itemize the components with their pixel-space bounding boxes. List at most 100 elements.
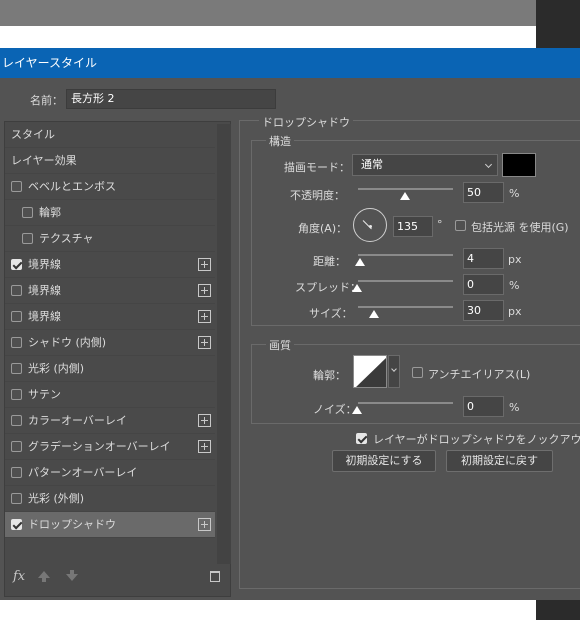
style-item[interactable]: 境界線 bbox=[5, 252, 215, 278]
style-checkbox[interactable] bbox=[11, 519, 22, 530]
style-item-label: グラデーションオーバーレイ bbox=[28, 440, 171, 453]
style-item[interactable]: スタイル bbox=[5, 122, 215, 148]
style-checkbox[interactable] bbox=[11, 441, 22, 452]
opacity-slider-thumb[interactable] bbox=[400, 192, 410, 200]
style-item[interactable]: 境界線 bbox=[5, 304, 215, 330]
style-item-label: 境界線 bbox=[28, 310, 61, 323]
size-slider-thumb[interactable] bbox=[369, 310, 379, 318]
style-item[interactable]: パターンオーバーレイ bbox=[5, 460, 215, 486]
style-item-label: カラーオーバーレイ bbox=[28, 414, 127, 427]
style-checkbox[interactable] bbox=[11, 311, 22, 322]
style-item-label: レイヤー効果 bbox=[11, 154, 77, 167]
contour-preview[interactable] bbox=[353, 355, 387, 388]
move-down-icon[interactable] bbox=[66, 570, 78, 581]
style-checkbox[interactable] bbox=[11, 181, 22, 192]
knockout-checkbox[interactable] bbox=[356, 433, 367, 444]
style-item[interactable]: レイヤー効果 bbox=[5, 148, 215, 174]
add-effect-plus-icon[interactable] bbox=[198, 336, 211, 349]
distance-label: 距離： bbox=[313, 255, 346, 268]
distance-slider-thumb[interactable] bbox=[355, 258, 365, 266]
style-item[interactable]: サテン bbox=[5, 382, 215, 408]
style-item-label: テクスチャ bbox=[39, 232, 94, 245]
knockout-label: レイヤーがドロップシャドウをノックアウト(U) bbox=[373, 433, 580, 446]
opacity-unit: % bbox=[509, 187, 520, 200]
antialias-label: アンチエイリアス(L) bbox=[428, 368, 531, 381]
noise-slider[interactable] bbox=[358, 402, 453, 404]
styles-list: スタイル レイヤー効果 ベベルとエンボス 輪郭 テクスチャ 境界線 境界線 境界線 シャドウ (… bbox=[4, 121, 231, 597]
distance-slider[interactable] bbox=[358, 254, 453, 256]
opacity-label: 不透明度： bbox=[290, 189, 345, 202]
angle-dial-center bbox=[369, 225, 372, 228]
style-checkbox[interactable] bbox=[11, 415, 22, 426]
opacity-input[interactable]: 50 bbox=[463, 182, 504, 203]
background-top bbox=[0, 0, 536, 26]
style-item[interactable]: 光彩 (外側) bbox=[5, 486, 215, 512]
style-item[interactable]: ベベルとエンボス bbox=[5, 174, 215, 200]
blend-mode-select[interactable]: 通常 bbox=[352, 154, 498, 176]
style-item[interactable]: テクスチャ bbox=[5, 226, 215, 252]
noise-label: ノイズ： bbox=[313, 403, 357, 416]
opacity-slider[interactable] bbox=[358, 188, 453, 190]
dialog-title: レイヤースタイル bbox=[0, 48, 580, 78]
style-item[interactable]: カラーオーバーレイ bbox=[5, 408, 215, 434]
noise-slider-thumb[interactable] bbox=[352, 406, 362, 414]
spread-input[interactable]: 0 bbox=[463, 274, 504, 295]
style-item-label: 光彩 (内側) bbox=[28, 362, 85, 375]
style-checkbox[interactable] bbox=[11, 363, 22, 374]
angle-label: 角度(A)： bbox=[298, 222, 348, 235]
contour-dropdown[interactable] bbox=[388, 355, 400, 388]
style-item[interactable]: ドロップシャドウ bbox=[5, 512, 215, 538]
style-checkbox[interactable] bbox=[11, 259, 22, 270]
style-checkbox[interactable] bbox=[11, 337, 22, 348]
size-slider[interactable] bbox=[358, 306, 453, 308]
antialias-checkbox[interactable] bbox=[412, 367, 423, 378]
style-checkbox[interactable] bbox=[22, 207, 33, 218]
fx-icon[interactable]: fx bbox=[13, 569, 25, 584]
noise-input[interactable]: 0 bbox=[463, 396, 504, 417]
add-effect-plus-icon[interactable] bbox=[198, 284, 211, 297]
add-effect-plus-icon[interactable] bbox=[198, 440, 211, 453]
drop-shadow-title: ドロップシャドウ bbox=[259, 114, 353, 130]
add-effect-plus-icon[interactable] bbox=[198, 414, 211, 427]
style-item[interactable]: グラデーションオーバーレイ bbox=[5, 434, 215, 460]
trash-icon[interactable] bbox=[210, 571, 220, 582]
move-up-icon[interactable] bbox=[38, 571, 50, 582]
style-checkbox[interactable] bbox=[11, 467, 22, 478]
global-light-checkbox[interactable] bbox=[455, 220, 466, 231]
structure-title: 構造 bbox=[266, 133, 294, 149]
angle-input[interactable]: 135 bbox=[393, 216, 433, 237]
style-checkbox[interactable] bbox=[11, 389, 22, 400]
shadow-color-swatch[interactable] bbox=[502, 153, 536, 177]
add-effect-plus-icon[interactable] bbox=[198, 518, 211, 531]
style-item-label: 輪郭 bbox=[39, 206, 61, 219]
size-input[interactable]: 30 bbox=[463, 300, 504, 321]
style-item[interactable]: 輪郭 bbox=[5, 200, 215, 226]
background-bottom bbox=[0, 600, 536, 620]
background-bottom-right bbox=[536, 600, 580, 620]
name-input[interactable]: 長方形 2 bbox=[66, 89, 276, 109]
distance-input[interactable]: 4 bbox=[463, 248, 504, 269]
style-item-label: 光彩 (外側) bbox=[28, 492, 85, 505]
styles-scrollbar[interactable] bbox=[217, 124, 231, 564]
style-item[interactable]: シャドウ (内側) bbox=[5, 330, 215, 356]
angle-unit: ° bbox=[437, 218, 443, 231]
style-checkbox[interactable] bbox=[22, 233, 33, 244]
contour-label: 輪郭： bbox=[313, 369, 346, 382]
add-effect-plus-icon[interactable] bbox=[198, 310, 211, 323]
noise-unit: % bbox=[509, 401, 520, 414]
global-light-label: 包括光源 を使用(G) bbox=[471, 221, 569, 234]
chevron-down-icon bbox=[391, 366, 397, 372]
style-checkbox[interactable] bbox=[11, 493, 22, 504]
style-item-label: ベベルとエンボス bbox=[28, 180, 116, 193]
name-label: 名前： bbox=[30, 94, 63, 107]
make-default-button[interactable]: 初期設定にする bbox=[332, 450, 436, 472]
add-effect-plus-icon[interactable] bbox=[198, 258, 211, 271]
style-item[interactable]: 光彩 (内側) bbox=[5, 356, 215, 382]
spread-slider[interactable] bbox=[358, 280, 453, 282]
spread-slider-thumb[interactable] bbox=[352, 284, 362, 292]
angle-dial[interactable] bbox=[353, 208, 387, 242]
reset-default-button[interactable]: 初期設定に戻す bbox=[446, 450, 553, 472]
style-item-label: シャドウ (内側) bbox=[28, 336, 107, 349]
style-item[interactable]: 境界線 bbox=[5, 278, 215, 304]
style-checkbox[interactable] bbox=[11, 285, 22, 296]
